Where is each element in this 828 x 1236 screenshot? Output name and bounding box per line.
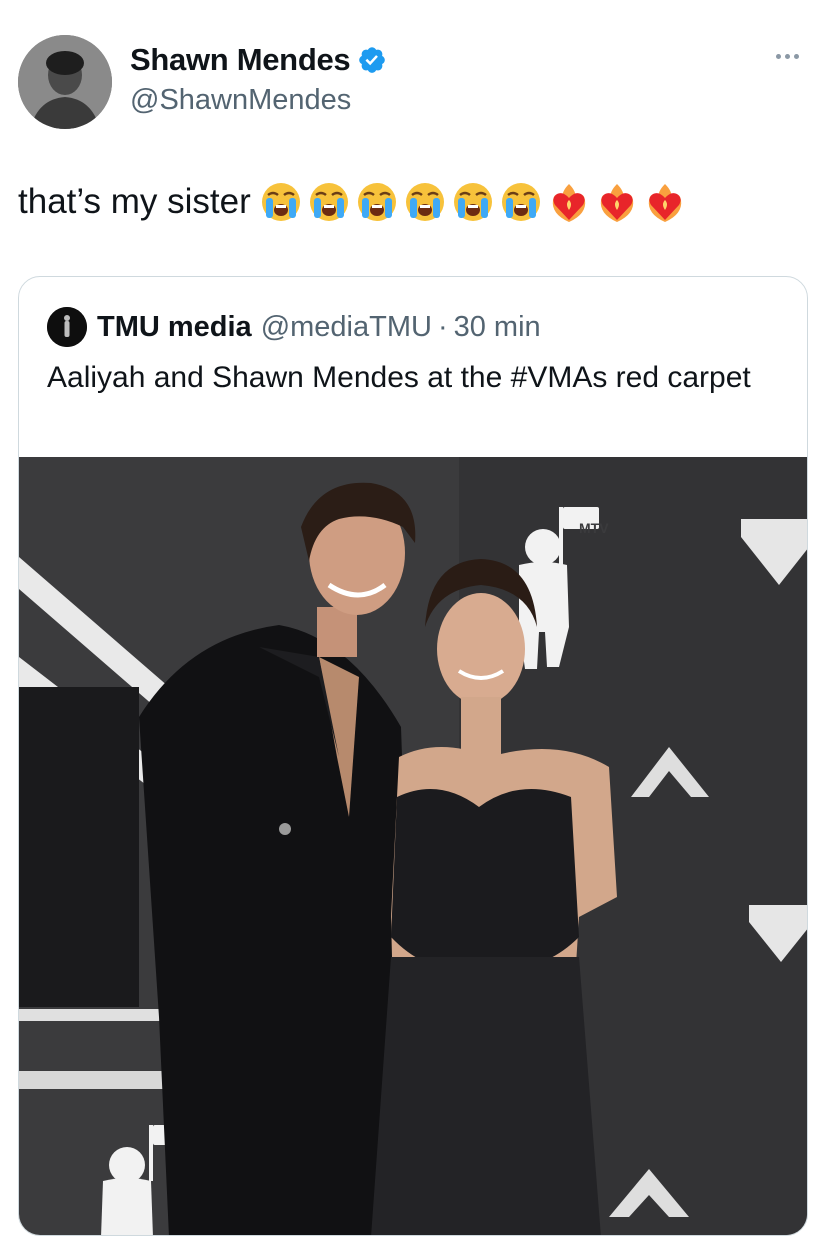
loudly-crying-face-icon (261, 183, 300, 221)
quote-author-handle: @mediaTMU (260, 310, 432, 343)
quote-author-avatar (47, 307, 87, 347)
author-handle[interactable]: @ShawnMendes (130, 84, 351, 117)
quote-separator: · (437, 310, 448, 343)
quote-timestamp: 30 min (453, 310, 541, 343)
tweet-text-row: that’s my sister (18, 180, 687, 224)
more-options-icon[interactable] (776, 48, 806, 64)
loudly-crying-face-icon (453, 183, 492, 221)
quote-text: Aaliyah and Shawn Mendes at the #VMAs re… (47, 361, 751, 394)
author-name[interactable]: Shawn Mendes (130, 42, 351, 78)
tweet-text: that’s my sister (18, 182, 251, 221)
photo-dark-panel (19, 687, 139, 1007)
quote-header: TMU media @mediaTMU · 30 min (47, 307, 541, 347)
heart-on-fire-icon (600, 184, 633, 222)
more-dot (776, 53, 781, 59)
heart-on-fire-icon (648, 184, 681, 222)
quoted-tweet[interactable]: TMU media @mediaTMU · 30 min Aaliyah and… (18, 276, 808, 1236)
verified-badge-icon (359, 47, 386, 73)
emoji-row (259, 180, 687, 224)
loudly-crying-face-icon (405, 183, 444, 221)
author-avatar[interactable] (18, 35, 112, 129)
quote-media-photo[interactable]: MTV (19, 457, 808, 1236)
loudly-crying-face-icon (357, 183, 396, 221)
avatar-photo (18, 35, 112, 129)
loudly-crying-face-icon (501, 183, 540, 221)
mtv-logo-text: MTV (579, 520, 609, 536)
quote-author-name: TMU media (97, 310, 252, 343)
photo-floor-line (19, 1009, 179, 1021)
more-dot (785, 53, 790, 59)
author-name-row[interactable]: Shawn Mendes (130, 42, 387, 78)
loudly-crying-face-icon (309, 183, 348, 221)
quote-avatar-figure-icon (47, 307, 87, 347)
more-dot (794, 53, 799, 59)
photo-floor-line (19, 1071, 179, 1089)
heart-on-fire-icon (552, 184, 585, 222)
